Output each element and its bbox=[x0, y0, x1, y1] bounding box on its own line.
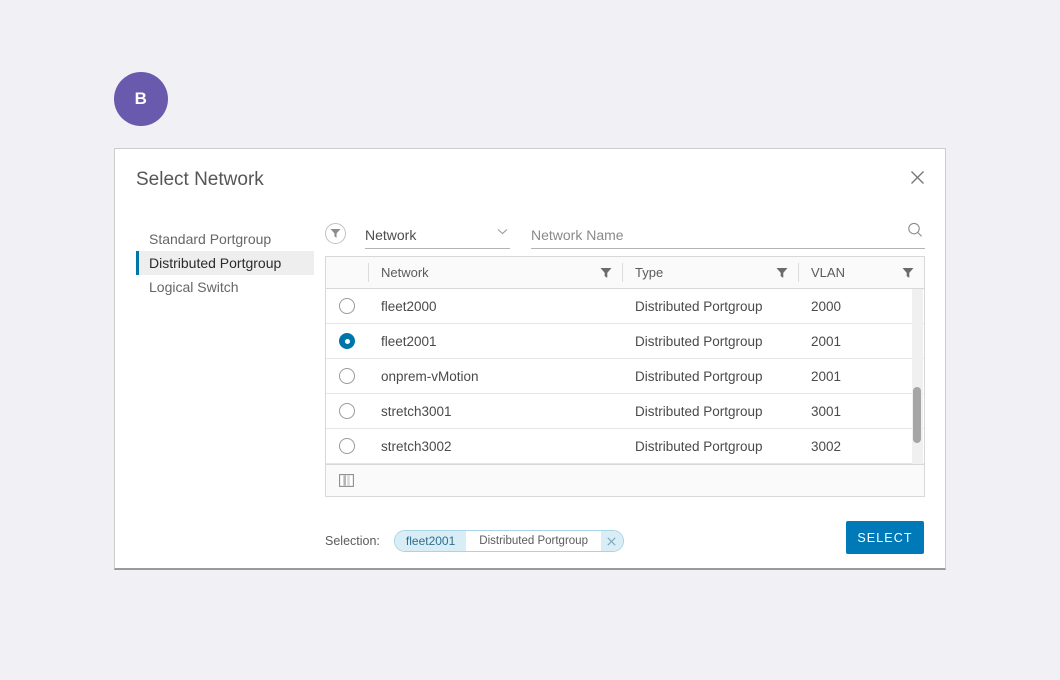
selection-chip-name: fleet2001 bbox=[394, 531, 467, 551]
sidebar-item-label: Standard Portgroup bbox=[149, 231, 272, 247]
cell-type: Distributed Portgroup bbox=[635, 438, 763, 454]
table-row[interactable]: fleet2001 Distributed Portgroup 2001 bbox=[326, 324, 924, 359]
cell-vlan: 3002 bbox=[811, 438, 842, 454]
filter-bar: Network bbox=[325, 215, 925, 249]
network-table: Network Type VLAN fleet2000 Distributed … bbox=[325, 256, 925, 497]
table-row[interactable]: stretch3002 Distributed Portgroup 3002 bbox=[326, 429, 924, 464]
table-header-network: Network bbox=[368, 257, 622, 288]
table-scrollbar-track[interactable] bbox=[912, 289, 923, 464]
vlan-column-filter-icon[interactable] bbox=[902, 267, 914, 279]
dialog-title: Select Network bbox=[136, 169, 264, 190]
table-scrollbar-thumb[interactable] bbox=[913, 387, 921, 443]
row-radio-button[interactable] bbox=[339, 403, 355, 419]
selection-bar: Selection: fleet2001 Distributed Portgro… bbox=[325, 527, 925, 555]
filter-field-select[interactable]: Network bbox=[365, 222, 510, 249]
select-button[interactable]: SELECT bbox=[846, 521, 924, 554]
table-body: fleet2000 Distributed Portgroup 2000 fle… bbox=[326, 289, 924, 464]
selection-chip-type: Distributed Portgroup bbox=[466, 531, 601, 551]
chevron-down-icon bbox=[497, 222, 508, 240]
cell-vlan: 2001 bbox=[811, 368, 842, 384]
sidebar-item-distributed-portgroup[interactable]: Distributed Portgroup bbox=[136, 251, 314, 275]
table-header-vlan: VLAN bbox=[798, 257, 924, 288]
network-column-filter-icon[interactable] bbox=[600, 267, 612, 279]
selection-chip: fleet2001 Distributed Portgroup bbox=[393, 530, 624, 552]
table-header-type: Type bbox=[622, 257, 798, 288]
filter-funnel-icon[interactable] bbox=[325, 223, 346, 244]
cell-type: Distributed Portgroup bbox=[635, 298, 763, 314]
row-select-cell bbox=[326, 359, 368, 393]
row-select-cell bbox=[326, 289, 368, 323]
cell-type: Distributed Portgroup bbox=[635, 368, 763, 384]
row-radio-button[interactable] bbox=[339, 438, 355, 454]
column-label: VLAN bbox=[811, 265, 845, 280]
selection-label: Selection: bbox=[325, 534, 380, 548]
row-radio-button[interactable] bbox=[339, 298, 355, 314]
cell-vlan: 3001 bbox=[811, 403, 842, 419]
avatar[interactable]: B bbox=[114, 72, 168, 126]
avatar-initial: B bbox=[134, 89, 148, 108]
column-label: Network bbox=[381, 265, 429, 280]
row-select-cell bbox=[326, 394, 368, 428]
cell-vlan: 2000 bbox=[811, 298, 842, 314]
table-row[interactable]: onprem-vMotion Distributed Portgroup 200… bbox=[326, 359, 924, 394]
cell-network: fleet2000 bbox=[381, 298, 437, 314]
row-select-cell bbox=[326, 324, 368, 358]
row-radio-button[interactable] bbox=[339, 333, 355, 349]
row-radio-button[interactable] bbox=[339, 368, 355, 384]
sidebar-item-label: Logical Switch bbox=[149, 279, 239, 295]
cell-network: stretch3001 bbox=[381, 403, 452, 419]
cell-type: Distributed Portgroup bbox=[635, 403, 763, 419]
sidebar-item-standard-portgroup[interactable]: Standard Portgroup bbox=[136, 227, 314, 251]
row-select-cell bbox=[326, 429, 368, 463]
cell-network: onprem-vMotion bbox=[381, 368, 479, 384]
selection-chip-remove-icon[interactable] bbox=[600, 531, 623, 551]
network-type-nav: Standard Portgroup Distributed Portgroup… bbox=[136, 227, 314, 299]
table-header-row: Network Type VLAN bbox=[326, 257, 924, 289]
column-label: Type bbox=[635, 265, 664, 280]
table-row[interactable]: fleet2000 Distributed Portgroup 2000 bbox=[326, 289, 924, 324]
cell-vlan: 2001 bbox=[811, 333, 842, 349]
cell-network: stretch3002 bbox=[381, 438, 452, 454]
sidebar-item-logical-switch[interactable]: Logical Switch bbox=[136, 275, 314, 299]
search-field bbox=[531, 222, 925, 249]
column-picker-icon[interactable] bbox=[339, 474, 354, 487]
table-row[interactable]: stretch3001 Distributed Portgroup 3001 bbox=[326, 394, 924, 429]
close-icon[interactable] bbox=[903, 163, 931, 191]
cell-type: Distributed Portgroup bbox=[635, 333, 763, 349]
table-header-select bbox=[326, 257, 368, 288]
filter-field-value: Network bbox=[365, 227, 417, 243]
sidebar-item-label: Distributed Portgroup bbox=[149, 255, 282, 271]
cell-network: fleet2001 bbox=[381, 333, 437, 349]
table-footer bbox=[326, 464, 924, 496]
search-icon[interactable] bbox=[907, 222, 923, 243]
type-column-filter-icon[interactable] bbox=[776, 267, 788, 279]
search-input[interactable] bbox=[531, 227, 925, 243]
select-network-dialog: Select Network Standard Portgroup Distri… bbox=[114, 148, 946, 570]
